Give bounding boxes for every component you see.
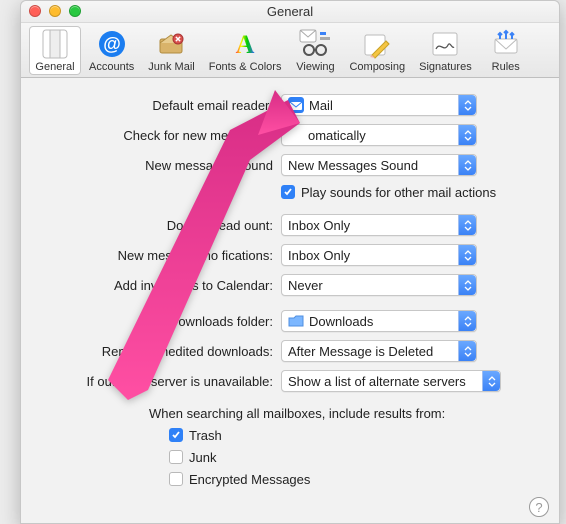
- tab-label: Rules: [492, 61, 520, 73]
- notifications-select[interactable]: Inbox Only: [281, 244, 477, 266]
- check-messages-select[interactable]: omatically: [281, 124, 477, 146]
- chevron-up-down-icon: [458, 275, 476, 295]
- tab-viewing[interactable]: Viewing: [289, 26, 341, 75]
- svg-text:A: A: [236, 30, 255, 59]
- tab-label: Junk Mail: [148, 61, 194, 73]
- accounts-icon: @: [96, 28, 128, 60]
- general-pane: Default email reader: Mail C: [21, 78, 559, 523]
- default-reader-select[interactable]: Mail: [281, 94, 477, 116]
- select-value: Mail: [309, 98, 333, 113]
- search-trash-checkbox[interactable]: Trash: [169, 423, 222, 447]
- downloads-folder-label: Downloads folder:: [21, 314, 281, 329]
- signatures-icon: [429, 28, 461, 60]
- tab-junk-mail[interactable]: Junk Mail: [142, 26, 200, 75]
- preferences-window: General General @ Accounts Junk Mail: [20, 0, 560, 524]
- help-button[interactable]: ?: [529, 497, 549, 517]
- search-heading: When searching all mailboxes, include re…: [149, 406, 445, 421]
- default-reader-label: Default email reader:: [21, 98, 281, 113]
- new-sound-select[interactable]: New Messages Sound: [281, 154, 477, 176]
- tab-rules[interactable]: Rules: [480, 26, 532, 75]
- chevron-up-down-icon: [458, 125, 476, 145]
- select-value: After Message is Deleted: [288, 344, 433, 359]
- outgoing-label: If outgoing server is unavailable:: [21, 374, 281, 389]
- calendar-select[interactable]: Never: [281, 274, 477, 296]
- select-value: Downloads: [309, 314, 373, 329]
- checkbox-icon: [281, 185, 295, 199]
- checkbox-icon: [169, 450, 183, 464]
- search-junk-checkbox[interactable]: Junk: [169, 445, 216, 469]
- select-value: New Messages Sound: [288, 158, 418, 173]
- junk-mail-icon: [155, 28, 187, 60]
- general-icon: [39, 28, 71, 60]
- tab-label: Signatures: [419, 61, 472, 73]
- select-value: Inbox Only: [288, 248, 350, 263]
- tab-label: General: [35, 61, 74, 73]
- viewing-icon: [299, 28, 331, 60]
- remove-downloads-label: Remove unedited downloads:: [21, 344, 281, 359]
- tab-accounts[interactable]: @ Accounts: [83, 26, 140, 75]
- checkbox-icon: [169, 428, 183, 442]
- search-trash-label: Trash: [189, 428, 222, 443]
- window-title: General: [21, 4, 559, 19]
- select-value: Never: [288, 278, 323, 293]
- remove-downloads-select[interactable]: After Message is Deleted: [281, 340, 477, 362]
- preferences-toolbar: General @ Accounts Junk Mail A Fonts & C…: [21, 23, 559, 78]
- chevron-up-down-icon: [458, 95, 476, 115]
- tab-label: Viewing: [296, 61, 334, 73]
- select-value: Inbox Only: [288, 218, 350, 233]
- search-junk-label: Junk: [189, 450, 216, 465]
- select-value: Show a list of alternate servers: [288, 374, 466, 389]
- calendar-label: Add invitations to Calendar:: [21, 278, 281, 293]
- checkbox-icon: [169, 472, 183, 486]
- tab-general[interactable]: General: [29, 26, 81, 75]
- chevron-up-down-icon: [458, 311, 476, 331]
- outgoing-select[interactable]: Show a list of alternate servers: [281, 370, 501, 392]
- svg-text:@: @: [103, 34, 121, 54]
- dock-unread-label: Dock unread ount:: [21, 218, 281, 233]
- new-sound-label: New messages sound: [21, 158, 281, 173]
- search-encrypted-label: Encrypted Messages: [189, 472, 310, 487]
- rules-icon: [490, 28, 522, 60]
- tab-composing[interactable]: Composing: [343, 26, 411, 75]
- fonts-colors-icon: A: [229, 28, 261, 60]
- chevron-up-down-icon: [482, 371, 500, 391]
- dock-unread-select[interactable]: Inbox Only: [281, 214, 477, 236]
- play-sounds-label: Play sounds for other mail actions: [301, 185, 496, 200]
- tab-label: Accounts: [89, 61, 134, 73]
- composing-icon: [361, 28, 393, 60]
- notifications-label: New message no fications:: [21, 248, 281, 263]
- downloads-folder-select[interactable]: Downloads: [281, 310, 477, 332]
- chevron-up-down-icon: [458, 245, 476, 265]
- folder-icon: [288, 313, 304, 329]
- chevron-up-down-icon: [458, 155, 476, 175]
- tab-signatures[interactable]: Signatures: [413, 26, 478, 75]
- titlebar: General: [21, 1, 559, 23]
- chevron-up-down-icon: [458, 341, 476, 361]
- check-messages-label: Check for new messages:: [21, 128, 281, 143]
- chevron-up-down-icon: [458, 215, 476, 235]
- tab-label: Composing: [349, 61, 405, 73]
- select-value: omatically: [308, 128, 366, 143]
- mail-app-icon: [288, 97, 304, 113]
- search-encrypted-checkbox[interactable]: Encrypted Messages: [169, 467, 310, 491]
- play-sounds-checkbox[interactable]: Play sounds for other mail actions: [281, 180, 496, 204]
- tab-fonts-colors[interactable]: A Fonts & Colors: [203, 26, 288, 75]
- tab-label: Fonts & Colors: [209, 61, 282, 73]
